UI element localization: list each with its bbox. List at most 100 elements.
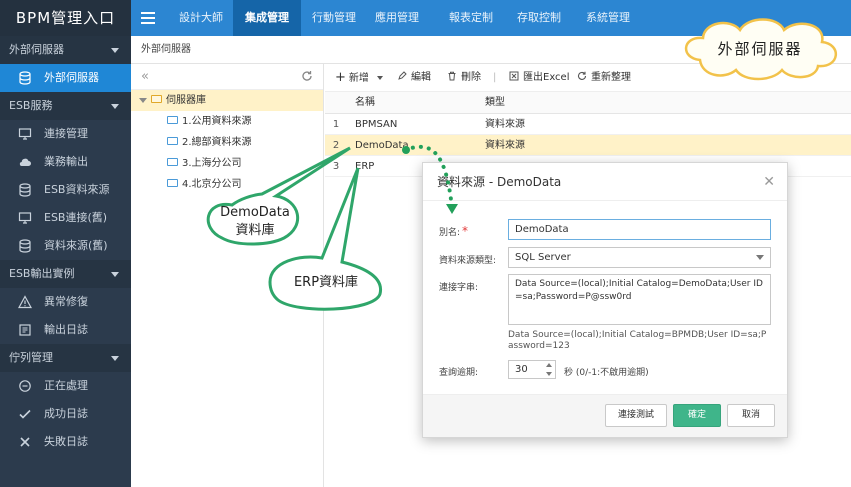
- alias-label: 別名: *: [439, 224, 468, 238]
- table-row[interactable]: 1 BPMSAN 資料來源: [325, 114, 851, 135]
- dialog-title-bar: 資料來源 - DemoData ✕: [423, 163, 787, 201]
- cell-name: DemoData: [355, 140, 409, 151]
- sidebar-item-label: 資料來源(舊): [44, 239, 108, 252]
- stepper-down-icon[interactable]: [546, 372, 552, 376]
- datasource-type-select[interactable]: SQL Server: [508, 247, 771, 268]
- tree-root-node[interactable]: 伺服器庫: [131, 90, 323, 111]
- column-header-name[interactable]: 名稱: [355, 92, 375, 114]
- tree-node-label: 4.北京分公司: [182, 179, 242, 190]
- check-icon: [19, 409, 31, 419]
- hamburger-menu-icon[interactable]: [141, 12, 155, 24]
- caret-down-icon[interactable]: [139, 97, 147, 103]
- sidebar-item-label: 異常修復: [44, 295, 88, 308]
- tree-node[interactable]: 3.上海分公司: [131, 153, 323, 174]
- plus-icon: +: [335, 70, 346, 85]
- table-row[interactable]: 2 DemoData 資料來源: [325, 135, 851, 156]
- sidebar-group-esb-service[interactable]: ESB服務: [0, 92, 131, 120]
- demodata-callout-line2: 資料庫: [235, 223, 275, 238]
- tab-mobile[interactable]: 行動管理: [300, 0, 368, 36]
- sidebar-item-output-log[interactable]: 輸出日誌: [0, 316, 131, 344]
- delete-button[interactable]: 刪除: [447, 64, 481, 92]
- sidebar-item-label: 外部伺服器: [44, 71, 99, 84]
- toolbar-divider: |: [493, 72, 497, 83]
- stepper-up-icon[interactable]: [546, 363, 552, 367]
- erp-callout-text: ERP資料庫: [293, 275, 359, 290]
- grid-header: 名稱 類型: [325, 92, 851, 114]
- sidebar-item-external-server[interactable]: 外部伺服器: [0, 64, 131, 92]
- tree-node-label: 3.上海分公司: [182, 158, 242, 169]
- refresh-icon[interactable]: [301, 70, 313, 82]
- sidebar-item-esb-datasource[interactable]: ESB資料來源: [0, 176, 131, 204]
- sidebar-item-connection-manage[interactable]: 連接管理: [0, 120, 131, 148]
- sidebar-group-label: 佇列管理: [9, 351, 53, 364]
- cloud-icon: [19, 158, 32, 167]
- tab-report[interactable]: 報表定制: [437, 0, 505, 36]
- chevron-down-icon: [377, 76, 384, 80]
- alias-input[interactable]: DemoData: [508, 219, 771, 240]
- column-header-type[interactable]: 類型: [485, 92, 505, 114]
- alias-label-text: 別名:: [439, 228, 461, 238]
- add-button[interactable]: + 新增: [335, 64, 384, 92]
- sidebar-item-esb-connection-old[interactable]: ESB連接(舊): [0, 204, 131, 232]
- sidebar-item-success-log[interactable]: 成功日誌: [0, 400, 131, 428]
- database-icon: [19, 183, 31, 197]
- app-logo: BPM管理入口: [0, 0, 131, 36]
- warning-icon: [18, 295, 32, 309]
- connection-string-textarea[interactable]: Data Source=(local);Initial Catalog=Demo…: [508, 274, 771, 325]
- sidebar-group-label: ESB輸出實例: [9, 267, 75, 280]
- x-icon: [20, 437, 30, 447]
- sidebar-item-business-output[interactable]: 業務輸出: [0, 148, 131, 176]
- sidebar-group-queue[interactable]: 佇列管理: [0, 344, 131, 372]
- ok-button[interactable]: 確定: [673, 404, 721, 427]
- export-excel-button[interactable]: 匯出Excel: [509, 64, 570, 92]
- demodata-callout-line1: DemoData: [220, 205, 290, 220]
- tree-node[interactable]: 1.公用資料來源: [131, 111, 323, 132]
- sidebar-item-failure-log[interactable]: 失敗日誌: [0, 428, 131, 456]
- folder-icon: [167, 179, 178, 187]
- cloud-callout-text: 外部伺服器: [717, 40, 803, 58]
- query-timeout-stepper[interactable]: 30: [508, 360, 556, 379]
- sidebar-item-label: 失敗日誌: [44, 435, 88, 448]
- minus-circle-icon: [19, 380, 31, 392]
- tree-node[interactable]: 2.總部資料來源: [131, 132, 323, 153]
- tab-designer[interactable]: 設計大師: [167, 0, 235, 36]
- sidebar-group-label: 外部伺服器: [9, 43, 64, 56]
- reload-button[interactable]: 重新整理: [577, 64, 631, 92]
- database-icon: [19, 71, 31, 85]
- connection-string-label: 連接字串:: [439, 283, 479, 293]
- tab-access-control[interactable]: 存取控制: [505, 0, 573, 36]
- sidebar-group-esb-output[interactable]: ESB輸出實例: [0, 260, 131, 288]
- sidebar-item-exception-repair[interactable]: 異常修復: [0, 288, 131, 316]
- sidebar-item-label: ESB資料來源: [44, 183, 110, 196]
- sidebar-group-external-server[interactable]: 外部伺服器: [0, 36, 131, 64]
- sidebar-item-label: 正在處理: [44, 379, 88, 392]
- close-icon[interactable]: ✕: [763, 163, 775, 201]
- sidebar-item-label: 成功日誌: [44, 407, 88, 420]
- datasource-type-label: 資料來源類型:: [439, 256, 497, 266]
- tree-node-label: 1.公用資料來源: [182, 116, 252, 127]
- sidebar-item-datasource-old[interactable]: 資料來源(舊): [0, 232, 131, 260]
- connection-test-button[interactable]: 連接測試: [605, 404, 667, 427]
- collapse-left-icon[interactable]: «: [141, 69, 149, 84]
- tree-node[interactable]: 4.北京分公司: [131, 174, 323, 195]
- tree-node-label: 伺服器庫: [166, 95, 206, 106]
- datasource-dialog: 資料來源 - DemoData ✕ 別名: * DemoData 資料來源類型: …: [422, 162, 788, 438]
- database-icon: [19, 239, 31, 253]
- sidebar-item-label: 業務輸出: [44, 155, 88, 168]
- edit-button[interactable]: 編輯: [397, 64, 431, 92]
- row-number: 2: [332, 140, 340, 151]
- tab-integration[interactable]: 集成管理: [233, 0, 301, 36]
- tab-application[interactable]: 應用管理: [363, 0, 431, 36]
- reload-label: 重新整理: [591, 72, 631, 83]
- folder-icon: [167, 116, 178, 124]
- sidebar: BPM管理入口 外部伺服器 外部伺服器 ESB服務 連接管理 業務輸出 ESB資…: [0, 0, 131, 487]
- sidebar-item-processing[interactable]: 正在處理: [0, 372, 131, 400]
- connection-string-example: Data Source=(local);Initial Catalog=BPMD…: [508, 330, 767, 351]
- sidebar-item-label: 輸出日誌: [44, 323, 88, 336]
- query-timeout-label: 查詢逾期:: [439, 368, 479, 378]
- cancel-button[interactable]: 取消: [727, 404, 775, 427]
- chevron-down-icon: [111, 48, 119, 53]
- tab-system[interactable]: 系統管理: [574, 0, 642, 36]
- query-timeout-value: 30: [515, 364, 528, 375]
- folder-icon: [167, 158, 178, 166]
